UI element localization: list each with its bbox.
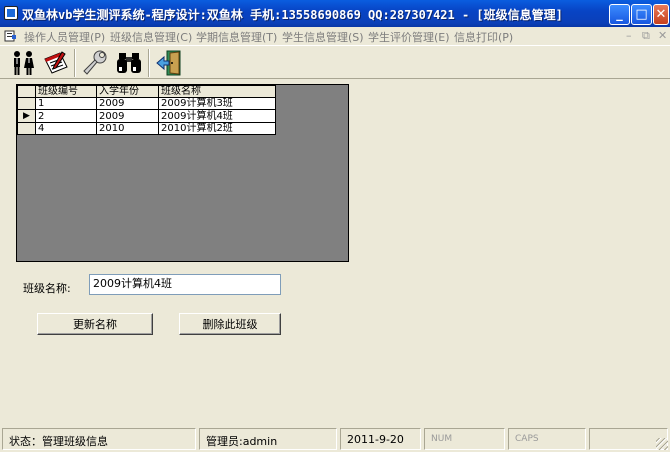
column-header-class-name[interactable]: 班级名称 bbox=[158, 85, 276, 98]
column-header-class-id[interactable]: 班级编号 bbox=[35, 85, 97, 98]
class-name-input[interactable]: 2009计算机4班 bbox=[89, 274, 281, 295]
cell-class-name[interactable]: 2010计算机2班 bbox=[158, 122, 276, 135]
users-icon bbox=[14, 51, 34, 75]
mdi-restore-button[interactable]: ⧉ bbox=[642, 29, 650, 43]
resize-grip[interactable] bbox=[656, 438, 668, 450]
menu-student-eval[interactable]: 学生评价管理(E) bbox=[368, 29, 450, 45]
mdi-document-icon[interactable] bbox=[4, 30, 17, 42]
cell-class-name[interactable]: 2009计算机4班 bbox=[158, 109, 276, 123]
wrench-icon bbox=[83, 50, 107, 75]
minimize-icon: _ bbox=[616, 7, 623, 22]
exit-tool-button[interactable] bbox=[154, 48, 184, 78]
row-selector[interactable] bbox=[17, 97, 36, 110]
table-row[interactable]: 4 2010 2010计算机2班 bbox=[17, 122, 276, 135]
current-row-indicator-icon: ▶ bbox=[23, 111, 30, 121]
menu-operators[interactable]: 操作人员管理(P) bbox=[24, 29, 105, 45]
mdi-close-button[interactable]: ✕ bbox=[658, 29, 667, 42]
exit-door-icon bbox=[156, 50, 181, 76]
cell-class-id[interactable]: 2 bbox=[35, 109, 97, 123]
column-header-enroll-year[interactable]: 入学年份 bbox=[96, 85, 159, 98]
class-name-label: 班级名称: bbox=[23, 282, 71, 295]
cell-class-id[interactable]: 1 bbox=[35, 97, 97, 110]
cell-class-name[interactable]: 2009计算机3班 bbox=[158, 97, 276, 110]
edit-document-icon bbox=[44, 51, 68, 74]
minimize-button[interactable]: _ bbox=[609, 4, 630, 25]
operator-panel: 管理员:admin bbox=[199, 428, 337, 450]
row-selector[interactable]: ▶ bbox=[17, 109, 36, 123]
class-info-tool-button[interactable] bbox=[41, 48, 71, 78]
title-bar[interactable]: 双鱼林vb学生测评系统-程序设计:双鱼林 手机:13558690869 QQ:2… bbox=[0, 0, 670, 27]
row-selector[interactable] bbox=[17, 122, 36, 135]
row-selector-header[interactable] bbox=[17, 85, 36, 98]
menu-print[interactable]: 信息打印(P) bbox=[454, 29, 513, 45]
cell-enroll-year[interactable]: 2009 bbox=[96, 97, 159, 110]
term-info-tool-button[interactable] bbox=[80, 48, 110, 78]
close-button[interactable]: ✕ bbox=[653, 4, 669, 25]
student-search-tool-button[interactable] bbox=[114, 48, 144, 78]
update-name-button[interactable]: 更新名称 bbox=[37, 313, 153, 335]
menu-student-info[interactable]: 学生信息管理(S) bbox=[282, 29, 364, 45]
cell-class-id[interactable]: 4 bbox=[35, 122, 97, 135]
mdi-minimize-button[interactable]: – bbox=[626, 29, 632, 42]
num-lock-panel: NUM bbox=[424, 428, 505, 450]
date-panel: 2011-9-20 bbox=[340, 428, 421, 450]
menu-bar: 操作人员管理(P) 班级信息管理(C) 学期信息管理(T) 学生信息管理(S) … bbox=[0, 27, 670, 45]
operators-tool-button[interactable] bbox=[8, 48, 38, 78]
table-row[interactable]: 1 2009 2009计算机3班 bbox=[17, 97, 276, 110]
maximize-icon: □ bbox=[635, 7, 648, 22]
status-panel: 状态：管理班级信息 bbox=[2, 428, 196, 450]
toolbar bbox=[0, 45, 670, 79]
app-icon[interactable] bbox=[4, 6, 18, 20]
close-icon: ✕ bbox=[655, 7, 667, 22]
caps-lock-panel: CAPS bbox=[508, 428, 586, 450]
status-bar: 状态：管理班级信息 管理员:admin 2011-9-20 NUM CAPS bbox=[0, 426, 670, 452]
cell-enroll-year[interactable]: 2009 bbox=[96, 109, 159, 123]
table-header-row: 班级编号 入学年份 班级名称 bbox=[17, 85, 276, 98]
binoculars-icon bbox=[117, 53, 141, 73]
cell-enroll-year[interactable]: 2010 bbox=[96, 122, 159, 135]
menu-term-info[interactable]: 学期信息管理(T) bbox=[196, 29, 277, 45]
window-title: 双鱼林vb学生测评系统-程序设计:双鱼林 手机:13558690869 QQ:2… bbox=[22, 8, 563, 22]
class-table: 班级编号 入学年份 班级名称 1 2009 2009计算机3班 ▶ 2 2009 2009计… bbox=[17, 85, 276, 135]
table-row[interactable]: ▶ 2 2009 2009计算机4班 bbox=[17, 109, 276, 123]
delete-class-button[interactable]: 删除此班级 bbox=[179, 313, 281, 335]
maximize-button[interactable]: □ bbox=[631, 4, 652, 25]
class-data-grid[interactable]: 班级编号 入学年份 班级名称 1 2009 2009计算机3班 ▶ 2 2009 2009计… bbox=[16, 84, 349, 262]
menu-class-info[interactable]: 班级信息管理(C) bbox=[110, 29, 192, 45]
